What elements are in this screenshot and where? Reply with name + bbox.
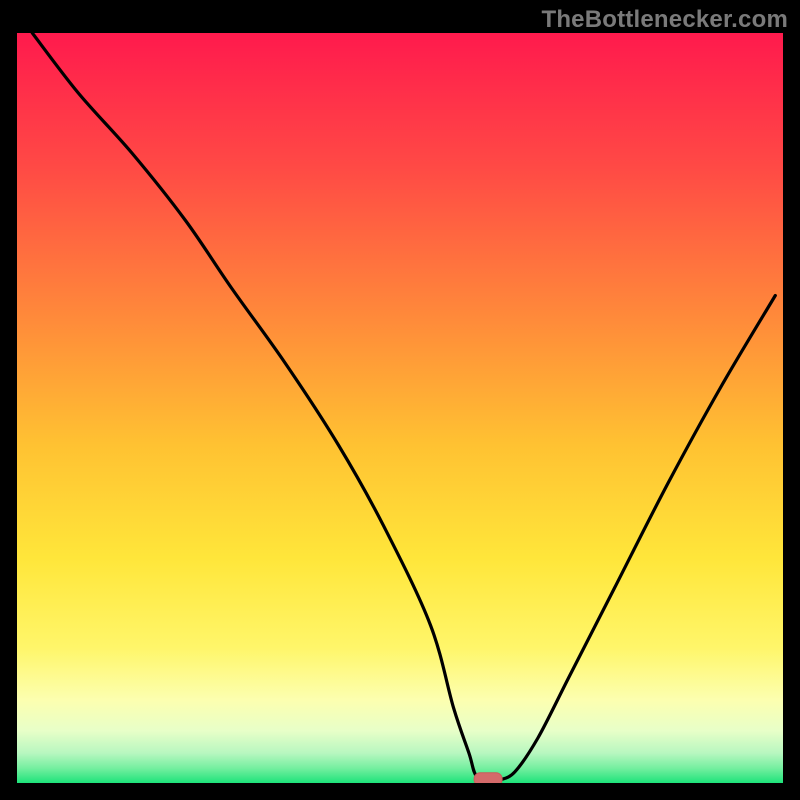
bottleneck-chart <box>0 0 800 800</box>
plot-background <box>17 33 783 783</box>
watermark-text: TheBottlenecker.com <box>541 6 788 34</box>
